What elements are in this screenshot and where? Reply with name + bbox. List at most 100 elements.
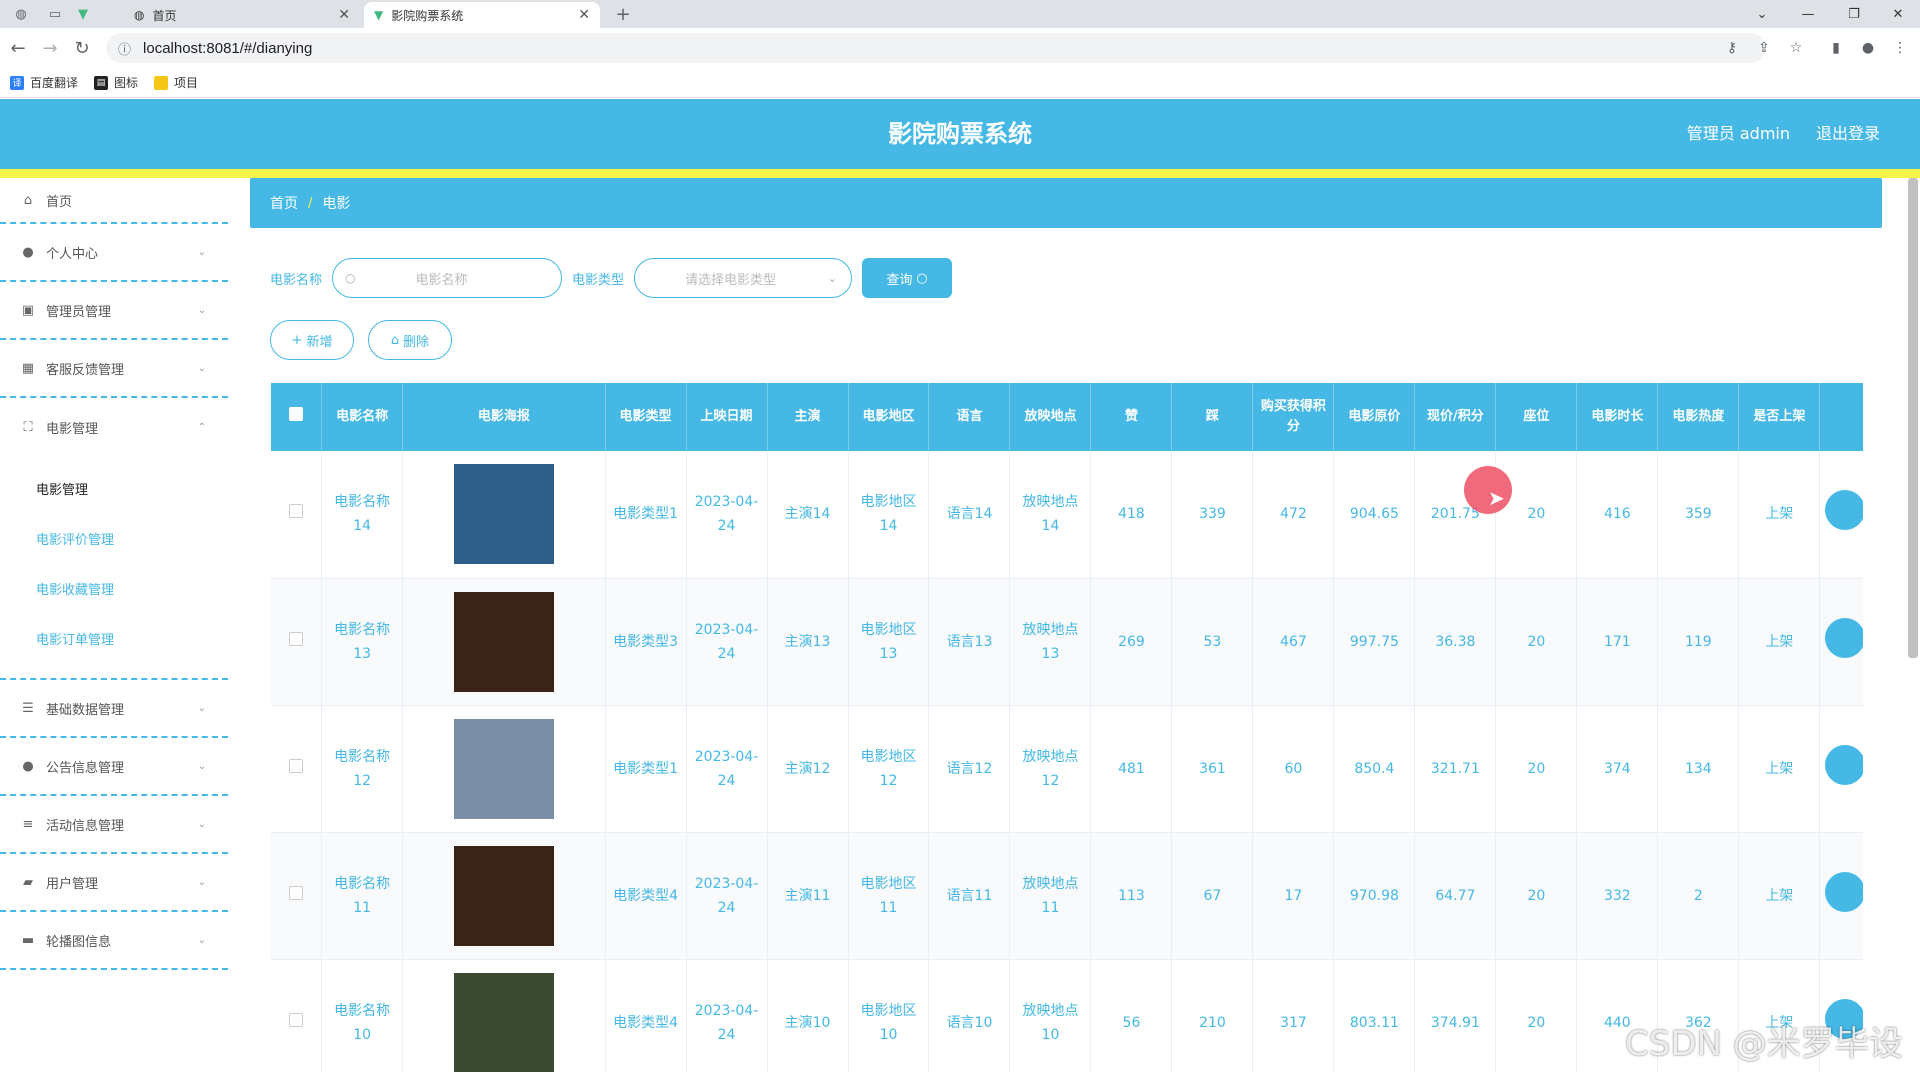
cell-now: 36.38 (1414, 578, 1497, 706)
movie-type-select[interactable]: 请选择电影类型 ⌄ (634, 258, 853, 298)
row-checkbox[interactable] (289, 631, 304, 646)
sidebar: ⌂ 首页 ● 个人中心 ⌄ ▣ 管理员管理 ⌄ ▦ 客服反馈管理 ⌄ ⛶ 电影管… (0, 178, 228, 1072)
back-icon[interactable]: ← (6, 36, 30, 60)
user-icon: ● (22, 244, 34, 260)
chevron-down-icon[interactable]: ⌄ (1740, 0, 1784, 28)
cell-region: 电影地区14 (848, 451, 930, 579)
reload-icon[interactable]: ↻ (70, 36, 94, 60)
row-checkbox[interactable] (289, 885, 304, 900)
column-header: 购买获得积分 (1252, 383, 1335, 451)
select-cell[interactable] (271, 451, 323, 579)
url-field[interactable]: ⓘ localhost:8081/#/dianying (106, 33, 1766, 63)
column-header: 电影地区 (848, 383, 930, 451)
select-all-checkbox[interactable] (289, 406, 304, 421)
sidebar-item-users[interactable]: ▰ 用户管理 ⌄ (0, 854, 228, 912)
row-checkbox[interactable] (289, 758, 304, 773)
blank-tab-icon[interactable]: ▭ (44, 3, 66, 25)
sidebar-item-notice[interactable]: ● 公告信息管理 ⌄ (0, 738, 228, 796)
translate-icon: 译 (10, 75, 24, 90)
add-button[interactable]: + 新增 (270, 320, 354, 360)
breadcrumb-home[interactable]: 首页 (270, 193, 298, 213)
column-header: 放映地点 (1009, 383, 1092, 451)
row-checkbox[interactable] (289, 1012, 304, 1027)
movie-poster-image[interactable] (453, 845, 554, 946)
sidebar-item-feedback[interactable]: ▦ 客服反馈管理 ⌄ (0, 340, 228, 398)
cell-points: 467 (1252, 578, 1335, 706)
globe-icon[interactable]: ◍ (10, 3, 32, 25)
bookmark-item[interactable]: 译 百度翻译 (10, 74, 78, 91)
image-icon: ▬ (21, 932, 35, 948)
edit-button[interactable] (1825, 490, 1863, 531)
cell-duration: 171 (1576, 578, 1659, 706)
select-cell[interactable] (271, 959, 323, 1072)
share-icon[interactable]: ⇪ (1754, 38, 1774, 58)
vertical-scrollbar[interactable] (1908, 178, 1918, 658)
column-header: 电影海报 (402, 383, 606, 451)
column-header: 语言 (928, 383, 1011, 451)
cell-points: 472 (1252, 451, 1335, 579)
operations-cell (1819, 451, 1863, 579)
cell-date: 2023-04-24 (686, 705, 768, 833)
cell-up: 418 (1090, 451, 1173, 579)
bookmark-item[interactable]: ▤ 图标 (94, 74, 138, 91)
info-icon[interactable]: ⓘ (118, 39, 131, 58)
profile-icon[interactable]: ● (1858, 38, 1878, 58)
close-icon[interactable]: ✕ (578, 7, 590, 23)
select-cell[interactable] (271, 578, 323, 706)
tab-cinema[interactable]: ▼ 影院购票系统 ✕ (364, 2, 600, 28)
column-header: 上映日期 (686, 383, 768, 451)
delete-button[interactable]: ⌂ 删除 (368, 320, 452, 360)
window-close-icon[interactable]: ✕ (1876, 0, 1920, 28)
cell-heat: 134 (1657, 705, 1740, 833)
menu-dots-icon[interactable]: ⋮ (1890, 38, 1910, 58)
sidebar-item-profile[interactable]: ● 个人中心 ⌄ (0, 224, 228, 282)
sub-item-movie-review[interactable]: 电影评价管理 (0, 516, 228, 566)
cell-type: 电影类型1 (605, 451, 687, 579)
chevron-down-icon: ⌄ (197, 876, 206, 888)
operations-header (1819, 383, 1863, 451)
close-icon[interactable]: ✕ (338, 7, 350, 23)
key-icon[interactable]: ⚷ (1722, 38, 1742, 58)
movie-poster-image[interactable] (453, 464, 554, 565)
sub-item-movie-manage[interactable]: 电影管理 (0, 466, 228, 516)
column-header: 主演 (767, 383, 849, 451)
movie-poster-image[interactable] (453, 972, 554, 1072)
movie-name-input[interactable]: ○ 电影名称 (332, 258, 563, 298)
select-all-cell[interactable] (271, 383, 323, 451)
sub-item-movie-order[interactable]: 电影订单管理 (0, 616, 228, 666)
user-icon: ● (22, 758, 34, 774)
sub-item-movie-favorite[interactable]: 电影收藏管理 (0, 566, 228, 616)
cell-orig: 904.65 (1333, 451, 1416, 579)
new-tab-button[interactable]: + (612, 3, 634, 25)
tab-home[interactable]: ◍ 首页 ✕ (124, 2, 360, 28)
sidebar-item-admin[interactable]: ▣ 管理员管理 ⌄ (0, 282, 228, 340)
star-icon[interactable]: ☆ (1786, 38, 1806, 58)
query-button[interactable]: 查询 ○ (862, 258, 953, 298)
movie-poster-image[interactable] (453, 591, 554, 692)
sidebar-panel-icon[interactable]: ▮ (1826, 38, 1846, 58)
movie-submenu: 电影管理 电影评价管理 电影收藏管理 电影订单管理 (0, 456, 228, 680)
column-header: 电影类型 (605, 383, 687, 451)
row-checkbox[interactable] (289, 504, 304, 519)
sidebar-item-carousel[interactable]: ▬ 轮播图信息 ⌄ (0, 912, 228, 970)
bookmark-item[interactable]: 项目 (154, 74, 198, 91)
cell-date: 2023-04-24 (686, 832, 768, 960)
edit-button[interactable] (1825, 617, 1863, 658)
logout-link[interactable]: 退出登录 (1816, 99, 1880, 169)
watermark: CSDN @米罗毕设 (1625, 1024, 1903, 1064)
cell-actor: 主演11 (767, 832, 849, 960)
sidebar-item-home[interactable]: ⌂ 首页 (0, 178, 228, 224)
sidebar-item-movie[interactable]: ⛶ 电影管理 ⌃ (0, 398, 228, 456)
sidebar-item-basic-data[interactable]: ☰ 基础数据管理 ⌄ (0, 680, 228, 738)
select-cell[interactable] (271, 705, 323, 833)
sidebar-item-activity[interactable]: ≡ 活动信息管理 ⌄ (0, 796, 228, 854)
vue-icon[interactable]: ▼ (72, 3, 94, 25)
chevron-down-icon: ⌄ (197, 934, 206, 946)
forward-icon[interactable]: → (38, 36, 62, 60)
edit-button[interactable] (1825, 871, 1863, 912)
restore-icon[interactable]: ❐ (1832, 0, 1876, 28)
movie-poster-image[interactable] (453, 718, 554, 819)
edit-button[interactable] (1825, 744, 1863, 785)
minimize-icon[interactable]: — (1786, 0, 1830, 28)
select-cell[interactable] (271, 832, 323, 960)
